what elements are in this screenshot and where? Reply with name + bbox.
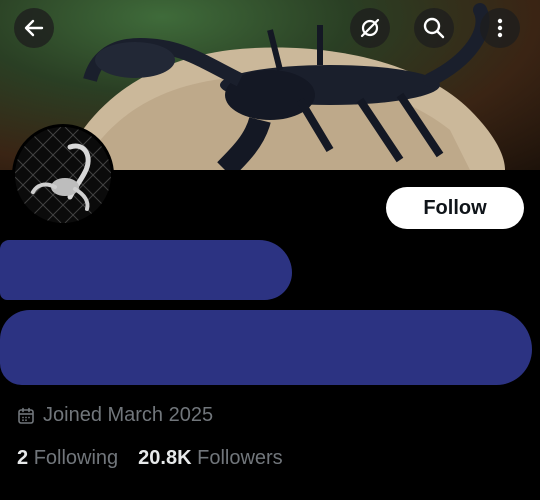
following-link[interactable]: 2 Following bbox=[17, 447, 118, 470]
search-icon bbox=[423, 17, 445, 39]
follow-stats: 2 Following 20.8K Followers bbox=[17, 447, 283, 470]
redacted-display-name bbox=[0, 240, 292, 300]
grok-icon bbox=[360, 18, 380, 38]
back-button[interactable] bbox=[14, 8, 54, 48]
avatar[interactable] bbox=[12, 124, 114, 226]
following-count: 2 bbox=[17, 447, 29, 469]
more-vertical-icon bbox=[497, 18, 503, 38]
following-label: Following bbox=[33, 447, 119, 469]
calendar-icon bbox=[18, 407, 34, 424]
grok-button[interactable] bbox=[350, 8, 390, 48]
arrow-left-icon bbox=[24, 19, 44, 37]
followers-count: 20.8K bbox=[138, 447, 192, 469]
followers-label: Followers bbox=[197, 447, 283, 469]
avatar-image bbox=[15, 127, 111, 223]
joined-text: Joined March 2025 bbox=[43, 404, 214, 426]
follow-button[interactable]: Follow bbox=[386, 187, 524, 229]
more-button[interactable] bbox=[480, 8, 520, 48]
redacted-handle bbox=[0, 310, 532, 385]
joined-date: Joined March 2025 bbox=[17, 404, 213, 427]
search-button[interactable] bbox=[414, 8, 454, 48]
followers-link[interactable]: 20.8K Followers bbox=[138, 447, 283, 470]
